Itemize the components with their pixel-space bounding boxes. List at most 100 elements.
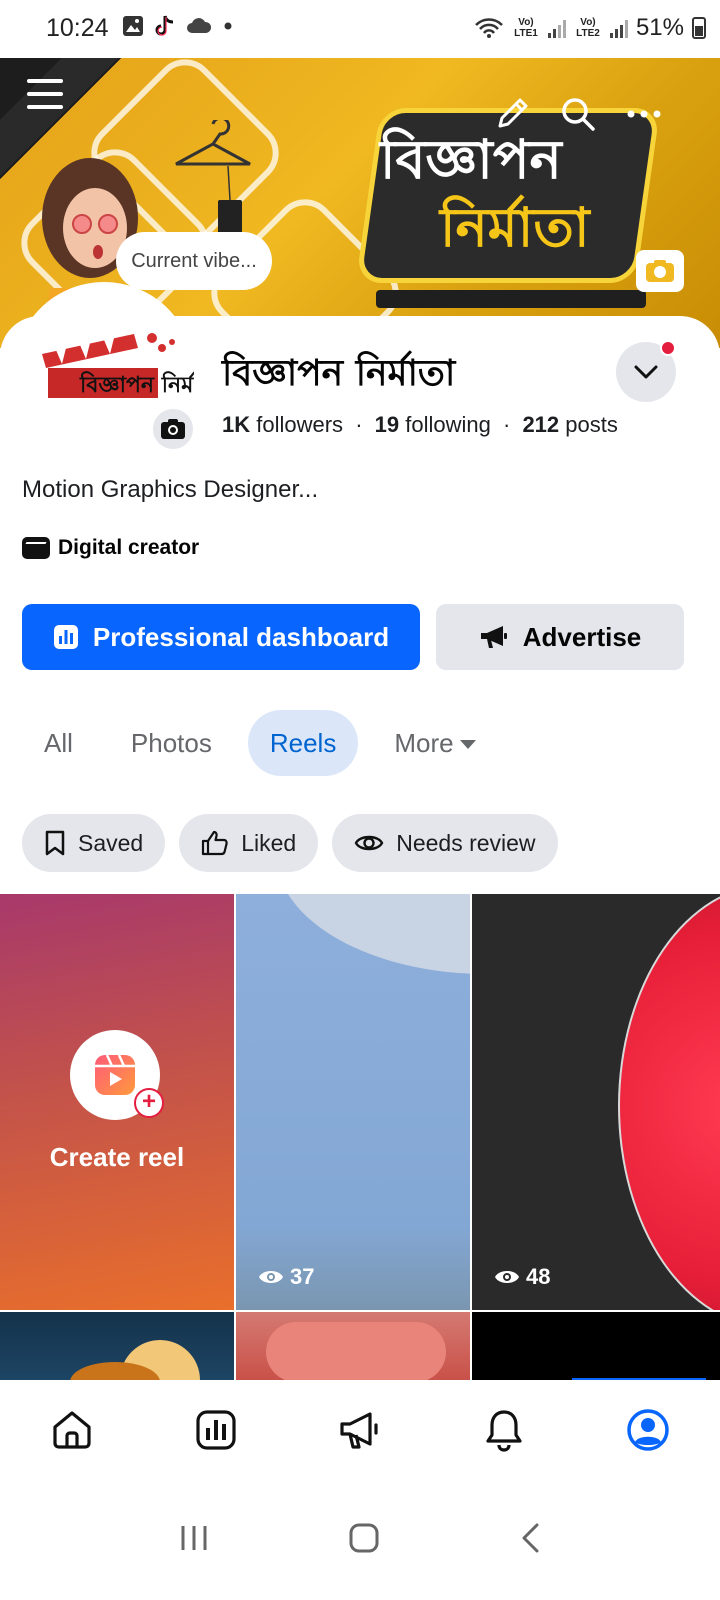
chip-liked[interactable]: Liked bbox=[179, 814, 319, 872]
bookmark-icon bbox=[45, 830, 65, 856]
page-title: বিজ্ঞাপন নির্মাতা bbox=[222, 353, 456, 394]
following-stat[interactable]: 19 following bbox=[375, 412, 491, 437]
tab-photos[interactable]: Photos bbox=[109, 710, 234, 776]
dot-icon bbox=[224, 22, 232, 30]
gallery-icon bbox=[123, 16, 143, 36]
search-button[interactable] bbox=[556, 92, 600, 136]
eye-icon bbox=[259, 1271, 283, 1283]
tab-label: All bbox=[44, 727, 73, 758]
thumbs-up-icon bbox=[202, 830, 228, 856]
reel-views: 37 bbox=[258, 1264, 314, 1290]
edit-cover-button[interactable] bbox=[636, 250, 684, 292]
status-right: Vo) LTE1 Vo) LTE2 51% bbox=[474, 14, 706, 42]
megaphone-icon bbox=[340, 1412, 378, 1449]
recents-button[interactable] bbox=[179, 1524, 209, 1557]
reel-thumbnail[interactable] bbox=[236, 1312, 470, 1380]
professional-dashboard-label: Professional dashboard bbox=[92, 621, 390, 652]
signal1-icon bbox=[547, 18, 566, 38]
clapperboard-icon bbox=[22, 537, 50, 559]
recents-icon bbox=[181, 1525, 207, 1550]
reels-icon bbox=[95, 1054, 135, 1095]
caret-down-icon bbox=[459, 739, 476, 749]
more-dots-icon bbox=[627, 110, 661, 118]
reel-views-count: 37 bbox=[290, 1264, 315, 1289]
nav-profile[interactable] bbox=[576, 1380, 720, 1480]
battery-icon bbox=[692, 17, 706, 39]
reel-views: 48 bbox=[494, 1264, 550, 1290]
battery-percent: 51% bbox=[635, 14, 684, 41]
plus-icon: + bbox=[134, 1088, 164, 1118]
sim2-label: Vo) LTE2 bbox=[576, 17, 600, 39]
content-tabs: All Photos Reels More bbox=[22, 710, 512, 776]
edit-button[interactable] bbox=[490, 92, 534, 136]
tab-label: More bbox=[394, 727, 454, 758]
notification-dot bbox=[660, 340, 676, 356]
cover-brand-line2: নির্মাতা bbox=[440, 196, 590, 259]
nav-notifications[interactable] bbox=[432, 1380, 576, 1480]
reel-thumbnail[interactable] bbox=[472, 1312, 720, 1380]
home-square-icon bbox=[349, 1523, 379, 1552]
profile-stats: 1K followers · 19 following · 212 posts bbox=[222, 412, 618, 438]
followers-count: 1K bbox=[222, 412, 251, 437]
filter-chips: Saved Liked Needs review bbox=[22, 814, 558, 872]
chip-saved[interactable]: Saved bbox=[22, 814, 166, 872]
nav-home[interactable] bbox=[0, 1380, 144, 1480]
nav-dashboard[interactable] bbox=[144, 1380, 288, 1480]
sim1-label: Vo) LTE1 bbox=[514, 17, 538, 39]
edit-avatar-button[interactable] bbox=[150, 406, 196, 452]
cover-tagline-bar bbox=[376, 290, 646, 308]
hanger-illustration bbox=[175, 120, 251, 240]
chip-label: Liked bbox=[241, 829, 297, 856]
note-bubble[interactable]: Current vibe... bbox=[116, 232, 272, 290]
tab-more[interactable]: More bbox=[372, 710, 497, 776]
bell-icon bbox=[486, 1410, 522, 1452]
bottom-navigation bbox=[0, 1380, 720, 1480]
category-label: Digital creator bbox=[58, 536, 200, 559]
pencil-icon bbox=[498, 98, 528, 128]
posts-label: posts bbox=[565, 412, 618, 437]
tab-all[interactable]: All bbox=[22, 710, 95, 776]
camera-icon bbox=[161, 419, 185, 439]
create-reel-label: Create reel bbox=[49, 1142, 185, 1172]
system-navigation bbox=[0, 1480, 720, 1600]
megaphone-icon bbox=[480, 626, 507, 648]
hamburger-icon bbox=[27, 79, 63, 109]
posts-count: 212 bbox=[522, 412, 560, 437]
followers-stat[interactable]: 1K followers bbox=[222, 412, 343, 437]
advertise-button[interactable]: Advertise bbox=[436, 604, 684, 670]
profile-icon bbox=[627, 1409, 669, 1451]
stat-separator: · bbox=[355, 412, 363, 437]
reel-views-count: 48 bbox=[526, 1264, 551, 1289]
following-count: 19 bbox=[374, 412, 400, 437]
following-label: following bbox=[405, 412, 491, 437]
menu-button[interactable] bbox=[24, 74, 66, 114]
posts-stat[interactable]: 212 posts bbox=[522, 412, 617, 437]
tab-label: Reels bbox=[269, 727, 337, 758]
profile-bio[interactable]: Motion Graphics Designer... bbox=[22, 476, 318, 504]
reels-grid: + Create reel 37 48 bbox=[0, 894, 720, 1380]
chip-needs-review[interactable]: Needs review bbox=[332, 814, 558, 872]
reel-thumbnail[interactable]: 37 bbox=[236, 894, 470, 1310]
camera-icon bbox=[646, 260, 674, 282]
cloud-icon bbox=[187, 18, 212, 33]
wifi-icon bbox=[475, 18, 503, 38]
advertise-label: Advertise bbox=[522, 621, 642, 652]
more-options-button[interactable] bbox=[620, 92, 668, 136]
page-logo: বিজ্ঞাপন নির্মাতা bbox=[42, 333, 194, 398]
tab-reels[interactable]: Reels bbox=[247, 710, 359, 776]
eye-icon bbox=[354, 835, 384, 851]
reel-thumbnail[interactable]: 48 bbox=[472, 894, 720, 1310]
tiktok-icon bbox=[155, 15, 174, 36]
reel-thumbnail[interactable] bbox=[0, 1312, 234, 1380]
stat-separator: · bbox=[502, 412, 511, 437]
nav-ads[interactable] bbox=[288, 1380, 432, 1480]
page-logo-text: বিজ্ঞাপন নির্মাতা bbox=[79, 370, 194, 398]
status-left-icons bbox=[122, 14, 234, 38]
home-system-button[interactable] bbox=[348, 1522, 380, 1559]
status-bar: 10:24 Vo) LTE1 Vo) LTE2 51% bbox=[0, 0, 720, 58]
professional-dashboard-button[interactable]: Professional dashboard bbox=[22, 604, 420, 670]
signal2-icon bbox=[609, 18, 628, 38]
back-button[interactable] bbox=[519, 1522, 541, 1559]
search-icon bbox=[562, 98, 595, 131]
create-reel-tile[interactable]: + Create reel bbox=[0, 894, 234, 1310]
